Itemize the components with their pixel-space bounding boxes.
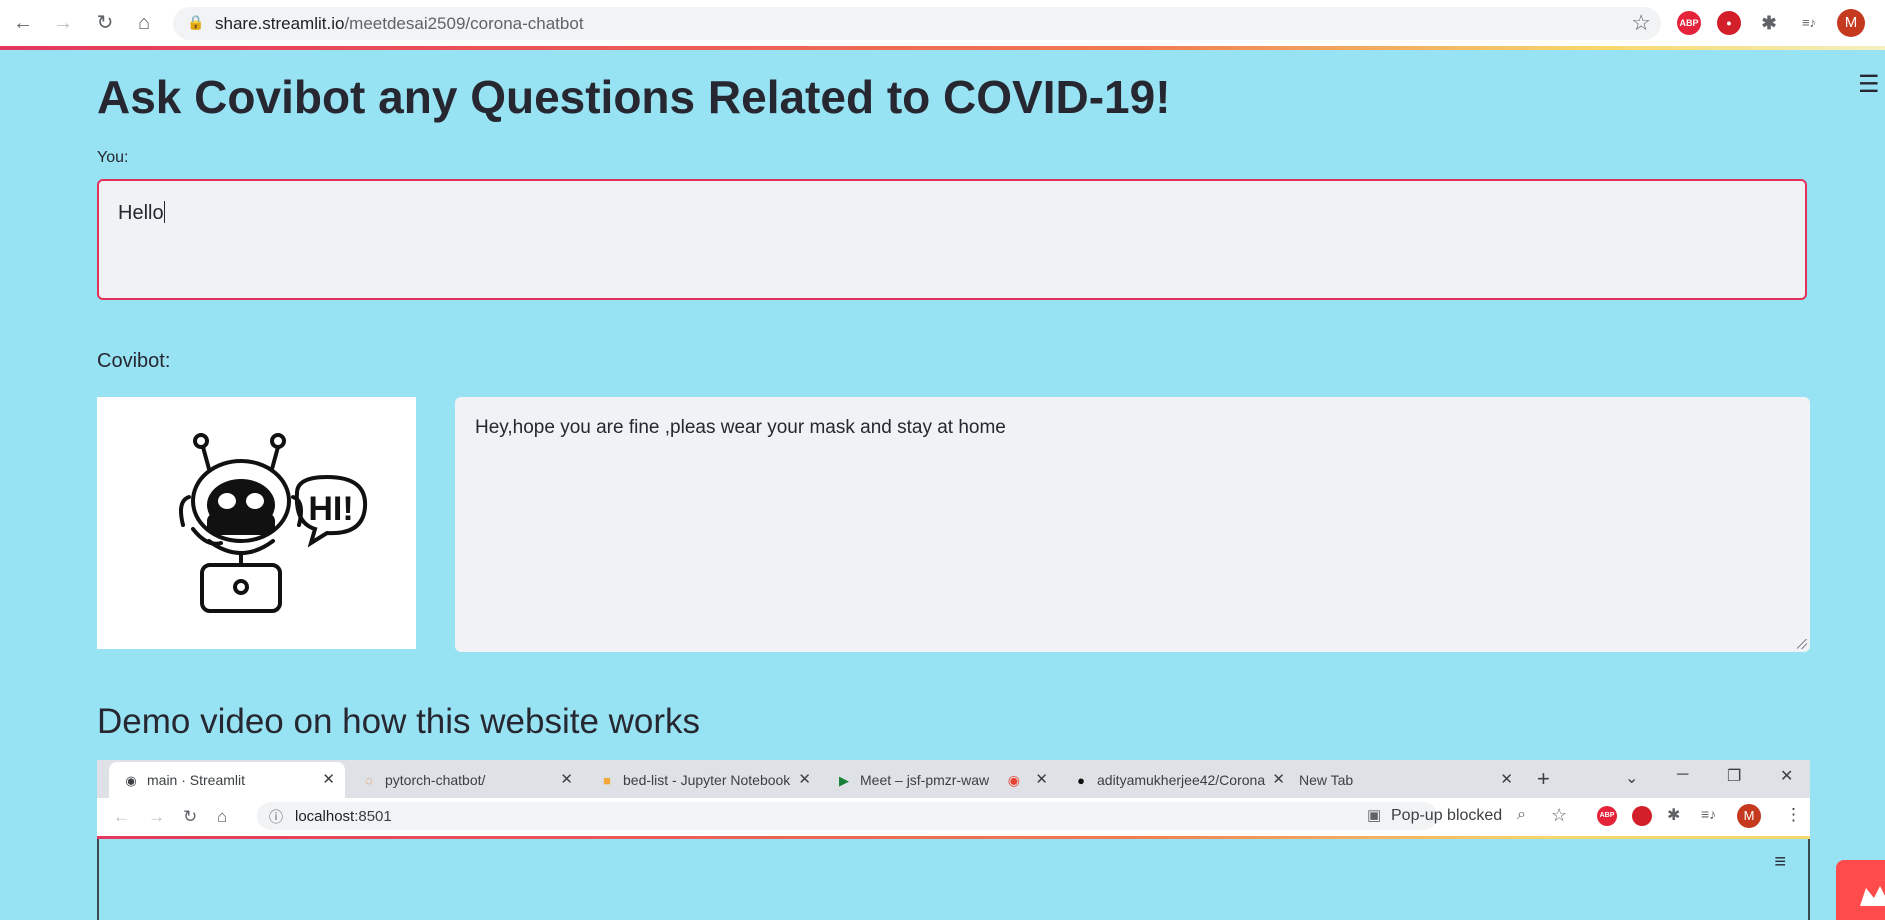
bot-reply-textarea[interactable]: Hey,hope you are fine ,pleas wear your m… [455,397,1810,652]
user-message-input[interactable]: Hello [97,179,1807,300]
crown-icon [1860,886,1885,906]
demo-browser-toolbar: ← → ↻ ⌂ ⓘ localhost:8501 ▣ Pop-up blocke… [97,798,1810,836]
url-text: share.streamlit.io/meetdesai2509/corona-… [215,14,584,33]
demo-tab[interactable]: New Tab ✕ [1297,762,1523,798]
profile-avatar[interactable]: M [1837,9,1865,37]
demo-address-bar[interactable]: ⓘ localhost:8501 [257,802,1437,830]
demo-media-icon[interactable]: ≡♪ [1701,806,1716,822]
demo-puzzle-icon[interactable]: ✱ [1667,805,1680,825]
reload-icon[interactable]: ↻ [92,10,118,36]
puzzle-icon[interactable]: ✱ [1757,11,1781,35]
resize-handle-icon[interactable] [1797,639,1807,649]
menu-icon[interactable]: ☰ [1858,70,1880,99]
demo-tab-strip: ◉ main · Streamlit ✕ ◌ pytorch-chatbot/ ✕ ■ b… [97,760,1810,798]
home-icon[interactable]: ⌂ [131,10,157,36]
popup-blocked-label[interactable]: Pop-up blocked [1391,807,1502,825]
forward-icon[interactable]: → [50,10,76,36]
tab-search-icon[interactable]: ⌄ [1625,768,1638,788]
text-caret [163,201,165,223]
lock-icon: 🔒 [187,14,205,30]
demo-adblock-icon[interactable]: ABP [1597,806,1617,826]
ublock-icon[interactable]: ● [1717,11,1741,35]
recording-icon: ◉ [1007,772,1020,788]
popup-blocked-icon[interactable]: ▣ [1367,806,1381,824]
github-tab-icon: ● [1077,773,1085,788]
robot-illustration: HI! [97,397,416,649]
adblock-plus-icon[interactable]: ABP [1677,11,1701,35]
notebook-tab-icon: ■ [603,773,611,788]
close-window-icon[interactable]: ✕ [1780,766,1793,786]
zoom-icon[interactable]: ⌕ [1517,806,1526,824]
bot-reply-text: Hey,hope you are fine ,pleas wear your m… [475,417,1006,438]
page-title: Ask Covibot any Questions Related to COV… [97,71,1171,123]
meet-tab-icon: ▶ [839,773,849,788]
demo-tab-label: Meet – jsf-pmzr-waw [860,772,990,788]
demo-tab[interactable]: ◌ pytorch-chatbot/ ✕ [347,762,583,798]
jupyter-tab-icon: ◌ [365,773,373,788]
demo-profile-avatar[interactable]: M [1737,804,1761,828]
close-tab-icon[interactable]: ✕ [1035,762,1048,798]
demo-tab[interactable]: ● adityamukherjee42/Corona ✕ [1059,762,1295,798]
close-tab-icon[interactable]: ✕ [1500,762,1513,798]
browser-toolbar: ← → ↻ ⌂ 🔒 share.streamlit.io/meetdesai25… [0,0,1885,46]
user-input-label: You: [97,149,129,166]
streamlit-tab-icon: ◉ [125,773,137,788]
demo-video-heading: Demo video on how this website works [97,702,701,741]
demo-url-port: :8501 [354,808,392,825]
streamlit-badge[interactable] [1836,860,1885,920]
demo-kebab-menu-icon[interactable]: ⋮ [1785,805,1802,825]
close-tab-icon[interactable]: ✕ [798,762,811,798]
restore-icon[interactable]: ❐ [1727,766,1741,786]
demo-ublock-icon[interactable] [1632,806,1652,826]
demo-tab-label: main · Streamlit [147,772,246,788]
bookmark-star-icon[interactable]: ☆ [1631,10,1651,36]
demo-url-host: localhost [295,808,355,825]
demo-back-icon[interactable]: ← [113,807,130,827]
back-icon[interactable]: ← [10,10,36,36]
info-icon: ⓘ [269,809,283,825]
user-input-value: Hello [118,202,164,224]
demo-home-icon[interactable]: ⌂ [217,807,227,827]
demo-tab-label: New Tab [1299,772,1354,788]
demo-tab[interactable]: ■ bed-list - Jupyter Notebook ✕ [585,762,821,798]
close-tab-icon[interactable]: ✕ [1272,762,1285,798]
demo-video[interactable]: ◉ main · Streamlit ✕ ◌ pytorch-chatbot/ ✕ ■ b… [97,760,1810,920]
demo-tab-label: bed-list - Jupyter Notebook [623,772,791,788]
demo-tab-label: adityamukherjee42/Corona [1097,772,1266,788]
streamlit-top-decoration [0,46,1885,50]
bot-label: Covibot: [97,350,171,372]
demo-bookmark-icon[interactable]: ☆ [1551,805,1567,826]
close-tab-icon[interactable]: ✕ [322,762,335,798]
demo-tab[interactable]: ◉ main · Streamlit ✕ [109,762,345,798]
new-tab-icon[interactable]: + [1537,766,1550,792]
speech-bubble-text: HI! [308,490,353,528]
close-tab-icon[interactable]: ✕ [560,762,573,798]
demo-reload-icon[interactable]: ↻ [183,807,197,827]
media-control-icon[interactable]: ≡♪ [1797,11,1821,35]
demo-tab[interactable]: ▶ Meet – jsf-pmzr-waw ◉ ✕ [822,762,1058,798]
demo-forward-icon[interactable]: → [148,807,165,827]
demo-page-content: ≡ [97,839,1810,920]
demo-menu-icon[interactable]: ≡ [1774,851,1786,874]
demo-tab-label: pytorch-chatbot/ [385,772,486,788]
address-bar[interactable]: 🔒 share.streamlit.io/meetdesai2509/coron… [173,7,1661,40]
minimize-icon[interactable]: ─ [1677,766,1688,784]
